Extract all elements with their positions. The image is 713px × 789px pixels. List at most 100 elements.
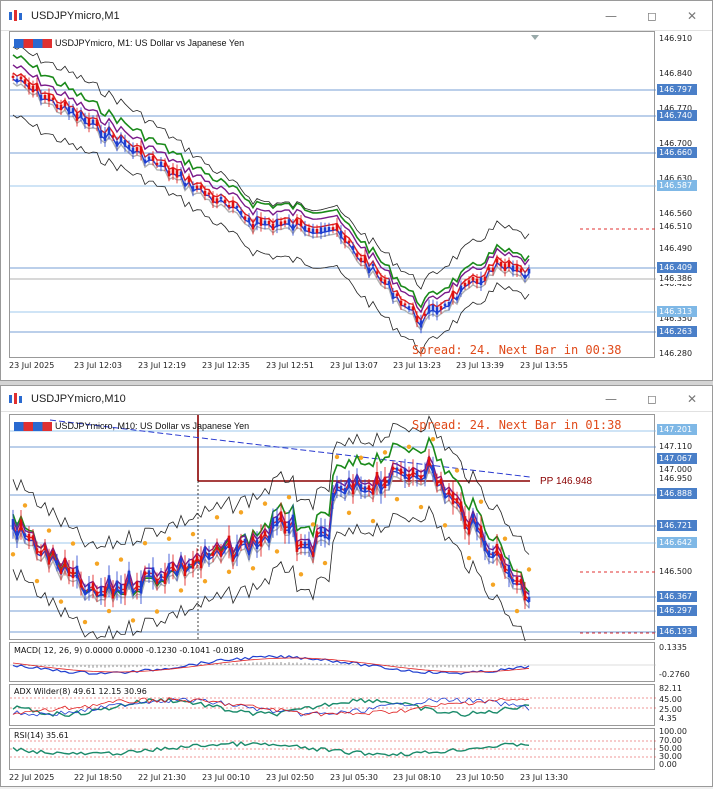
candle-body: [131, 147, 135, 154]
candle-body: [131, 588, 135, 592]
candle-body: [227, 205, 231, 208]
price-level-tag: 146.386: [657, 273, 697, 284]
candle-body: [203, 547, 207, 556]
time-label: 23 Jul 02:50: [266, 773, 314, 782]
parabolic-sar-dot: [334, 454, 340, 460]
time-label: 23 Jul 13:55: [520, 361, 568, 370]
candle-body: [235, 205, 239, 208]
candle-body: [207, 192, 211, 195]
candle-body: [231, 201, 235, 209]
candle-body: [419, 320, 423, 328]
candle-body: [411, 467, 415, 478]
price-chart-m1[interactable]: USDJPYmicro, M1: US Dollar vs Japanese Y…: [9, 31, 656, 358]
candle-body: [299, 541, 303, 548]
candle-body: [187, 563, 191, 567]
close-icon[interactable]: ✕: [682, 8, 702, 24]
bollinger-upper: [12, 46, 530, 290]
candle-body: [271, 223, 275, 231]
candle-body: [459, 285, 463, 292]
time-scale-m1[interactable]: 23 Jul 2025 23 Jul 12:03 23 Jul 12:19 23 Ju…: [9, 359, 655, 377]
price-level-tag: 146.797: [657, 84, 697, 95]
candle-body: [303, 225, 307, 232]
title-bar[interactable]: USDJPYmicro,M10 — ◻ ✕: [1, 386, 712, 412]
rsi-pane[interactable]: RSI(14) 35.61: [9, 728, 656, 770]
parabolic-sar-dot: [142, 541, 148, 546]
candle-body: [227, 535, 231, 549]
candle-body: [243, 216, 247, 220]
candle-body: [483, 540, 487, 552]
close-icon[interactable]: ✕: [682, 391, 702, 407]
candle-body: [195, 555, 199, 562]
candle-body: [107, 575, 111, 587]
maximize-icon[interactable]: ◻: [642, 8, 662, 24]
price-scale-m1[interactable]: 146.910 146.840 146.770 146.700 146.630 146.5…: [656, 31, 712, 358]
rsi-svg: [10, 740, 656, 758]
candle-body: [491, 267, 495, 272]
candle-body: [511, 579, 515, 583]
time-label: 23 Jul 10:50: [456, 773, 504, 782]
price-label: 146.840: [659, 69, 693, 78]
candle-body: [147, 156, 151, 160]
candle-body: [263, 531, 267, 537]
candle-body: [259, 218, 263, 226]
candle-body: [399, 468, 403, 475]
candle-body: [359, 484, 363, 492]
parabolic-sar-dot: [442, 523, 448, 528]
time-label: 22 Jul 18:50: [74, 773, 122, 782]
price-label: 146.280: [659, 349, 693, 358]
candle-body: [435, 307, 439, 315]
candle-body: [39, 94, 43, 101]
candle-body: [447, 301, 451, 307]
candle-body: [451, 491, 455, 505]
minimize-icon[interactable]: —: [601, 8, 621, 24]
candle-body: [135, 147, 139, 152]
price-level-tag: 146.409: [657, 262, 697, 273]
bollinger-lower: [12, 114, 530, 355]
candle-body: [499, 261, 503, 267]
parabolic-sar-dot: [166, 536, 172, 541]
candle-body: [347, 240, 351, 244]
maximize-icon[interactable]: ◻: [642, 391, 662, 407]
candle-body: [403, 303, 407, 306]
chart-window-m1: USDJPYmicro,M1 — ◻ ✕ USDJPYmicro, M1: US…: [0, 0, 713, 381]
price-chart-m10[interactable]: USDJPYmicro, M10: US Dollar vs Japanese …: [9, 414, 656, 641]
candle-body: [95, 119, 99, 127]
candle-body: [387, 479, 391, 485]
minimize-icon[interactable]: —: [601, 391, 621, 407]
price-scale-m10[interactable]: 147.201 147.110 147.067 147.000 146.950 146.8…: [656, 414, 712, 640]
candle-body: [171, 168, 175, 175]
adx-pane[interactable]: ADX Wilder(8) 49.61 12.15 30.96: [9, 684, 656, 726]
candle-body: [35, 548, 39, 554]
macd-pane[interactable]: MACD( 12, 26, 9) 0.0000 0.0000 -0.1230 -…: [9, 642, 656, 682]
rsi-label: RSI(14) 35.61: [14, 731, 69, 740]
candle-body: [479, 525, 483, 538]
candle-body: [255, 539, 259, 550]
candle-body: [519, 268, 523, 273]
candle-body: [123, 583, 127, 596]
ma-red: [12, 459, 530, 601]
parabolic-sar-dot: [10, 552, 16, 557]
title-bar[interactable]: USDJPYmicro,M1 — ◻ ✕: [1, 1, 712, 31]
candle-body: [287, 520, 291, 534]
candle-body: [211, 551, 215, 556]
candle-body: [59, 569, 63, 574]
candle-body: [463, 516, 467, 530]
candle-body: [191, 186, 195, 192]
time-scale-m10[interactable]: 22 Jul 2025 22 Jul 18:50 22 Jul 21:30 23 Ju…: [9, 771, 655, 789]
candle-body: [287, 219, 291, 225]
m1-candles-svg: [10, 35, 656, 355]
pivot-label: PP 146.948: [540, 476, 593, 487]
candle-body: [163, 162, 167, 167]
candle-body: [503, 565, 507, 572]
candle-body: [467, 521, 471, 535]
candle-body: [279, 511, 283, 522]
candle-body: [247, 217, 251, 223]
candle-body: [143, 571, 147, 576]
candle-body: [295, 218, 299, 225]
candle-body: [219, 196, 223, 200]
candle-body: [119, 584, 123, 595]
m10-candles-svg: [10, 415, 656, 641]
candle-body: [299, 220, 303, 227]
price-level-tag: 146.193: [657, 626, 697, 637]
candle-body: [511, 265, 515, 272]
